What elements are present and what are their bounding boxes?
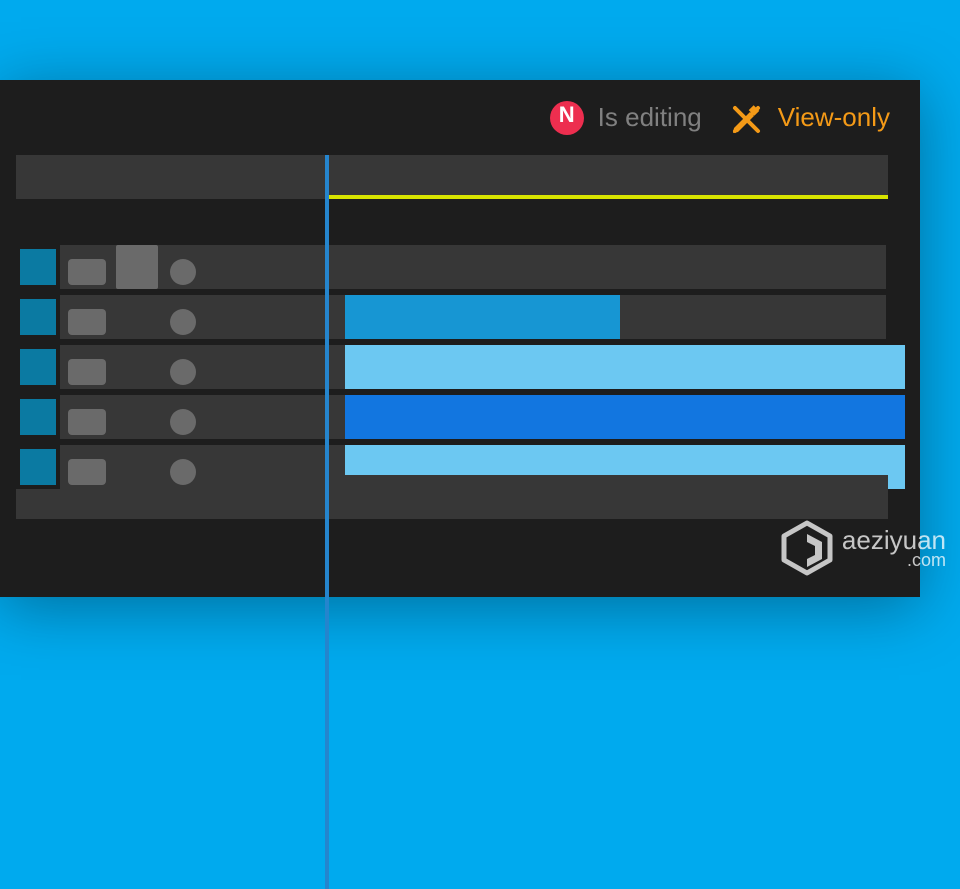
clip[interactable] (345, 295, 620, 339)
track-toggle-chip[interactable] (68, 309, 106, 335)
track-indicator-dot[interactable] (170, 359, 196, 385)
watermark: aeziyuan .com (778, 519, 946, 577)
track-color-swatch[interactable] (16, 245, 60, 289)
timeline-area (0, 155, 920, 489)
track-header (16, 245, 308, 289)
playhead[interactable] (325, 155, 329, 889)
track-color-swatch[interactable] (16, 295, 60, 339)
track-header (16, 345, 308, 389)
clip[interactable] (345, 345, 905, 389)
editing-status-label: Is editing (598, 102, 702, 133)
track-body[interactable] (308, 345, 920, 389)
work-area-indicator (329, 195, 888, 199)
track-body[interactable] (308, 245, 920, 289)
track-toggle-chip[interactable] (68, 259, 106, 285)
timeline-ruler[interactable] (16, 155, 888, 199)
tracks-list (16, 245, 920, 489)
track-body[interactable] (308, 295, 920, 339)
track-toggle-chip[interactable] (68, 459, 106, 485)
track-row[interactable] (16, 345, 920, 389)
track-indicator-dot[interactable] (170, 459, 196, 485)
view-only-pencil-icon (728, 100, 764, 136)
editor-avatar[interactable]: N (550, 101, 584, 135)
track-toggle-chip[interactable] (68, 409, 106, 435)
track-indicator-dot[interactable] (170, 309, 196, 335)
hexagon-logo-icon (778, 519, 836, 577)
clip[interactable] (345, 395, 905, 439)
track-color-swatch[interactable] (16, 445, 60, 489)
track-row[interactable] (16, 395, 920, 439)
track-color-swatch[interactable] (16, 395, 60, 439)
track-body[interactable] (308, 395, 920, 439)
top-toolbar: N Is editing View-only (0, 80, 920, 155)
track-toggle-chip[interactable] (68, 359, 106, 385)
track-header (16, 395, 308, 439)
track-row[interactable] (16, 295, 920, 339)
track-indicator-dot[interactable] (170, 409, 196, 435)
view-only-label[interactable]: View-only (778, 102, 890, 133)
track-row[interactable] (16, 245, 920, 289)
bottom-strip (16, 475, 888, 519)
track-indicator-dot[interactable] (170, 259, 196, 285)
track-header (16, 295, 308, 339)
track-toggle-large[interactable] (116, 245, 158, 289)
track-color-swatch[interactable] (16, 345, 60, 389)
